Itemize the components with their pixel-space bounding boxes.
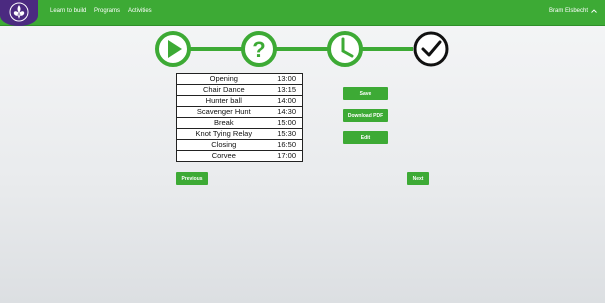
clock-step-icon[interactable] [327, 31, 363, 67]
play-step-icon[interactable] [155, 31, 191, 67]
activity-time: 14:30 [270, 106, 303, 118]
previous-button[interactable]: Previous [176, 172, 208, 185]
activity-time: 13:00 [270, 73, 303, 85]
activity-time: 13:15 [270, 84, 303, 96]
download-pdf-button[interactable]: Download PDF [343, 109, 388, 122]
activity-name: Opening [175, 73, 271, 85]
schedule-row: Corvee 17:00 [175, 150, 303, 162]
schedule-row: Opening 13:00 [175, 73, 303, 85]
question-step-icon[interactable]: ? [241, 31, 277, 67]
schedule-row: Chair Dance 13:15 [175, 84, 303, 96]
schedule-row: Hunter ball 14:00 [175, 95, 303, 107]
svg-text:?: ? [252, 37, 265, 62]
check-step-icon[interactable] [413, 31, 449, 67]
activity-name: Break [175, 117, 271, 129]
activity-time: 16:50 [270, 139, 303, 151]
save-button[interactable]: Save [343, 87, 388, 100]
activity-time: 15:00 [270, 117, 303, 129]
activity-name: Hunter ball [175, 95, 271, 107]
edit-button[interactable]: Edit [343, 131, 388, 144]
activity-name: Chair Dance [175, 84, 271, 96]
activity-name: Knot Tying Relay [175, 128, 271, 140]
schedule-row: Closing 16:50 [175, 139, 303, 151]
activity-time: 15:30 [270, 128, 303, 140]
next-button[interactable]: Next [407, 172, 429, 185]
activity-time: 17:00 [270, 150, 303, 162]
activity-name: Scavenger Hunt [175, 106, 271, 118]
activity-time: 14:00 [270, 95, 303, 107]
progress-stepper: ? [155, 31, 449, 67]
schedule-table: Opening 13:00 Chair Dance 13:15 Hunter ball 1… [175, 73, 303, 162]
schedule-row: Scavenger Hunt 14:30 [175, 106, 303, 118]
activity-name: Closing [175, 139, 271, 151]
schedule-row: Break 15:00 [175, 117, 303, 129]
schedule-row: Knot Tying Relay 15:30 [175, 128, 303, 140]
activity-name: Corvee [175, 150, 271, 162]
